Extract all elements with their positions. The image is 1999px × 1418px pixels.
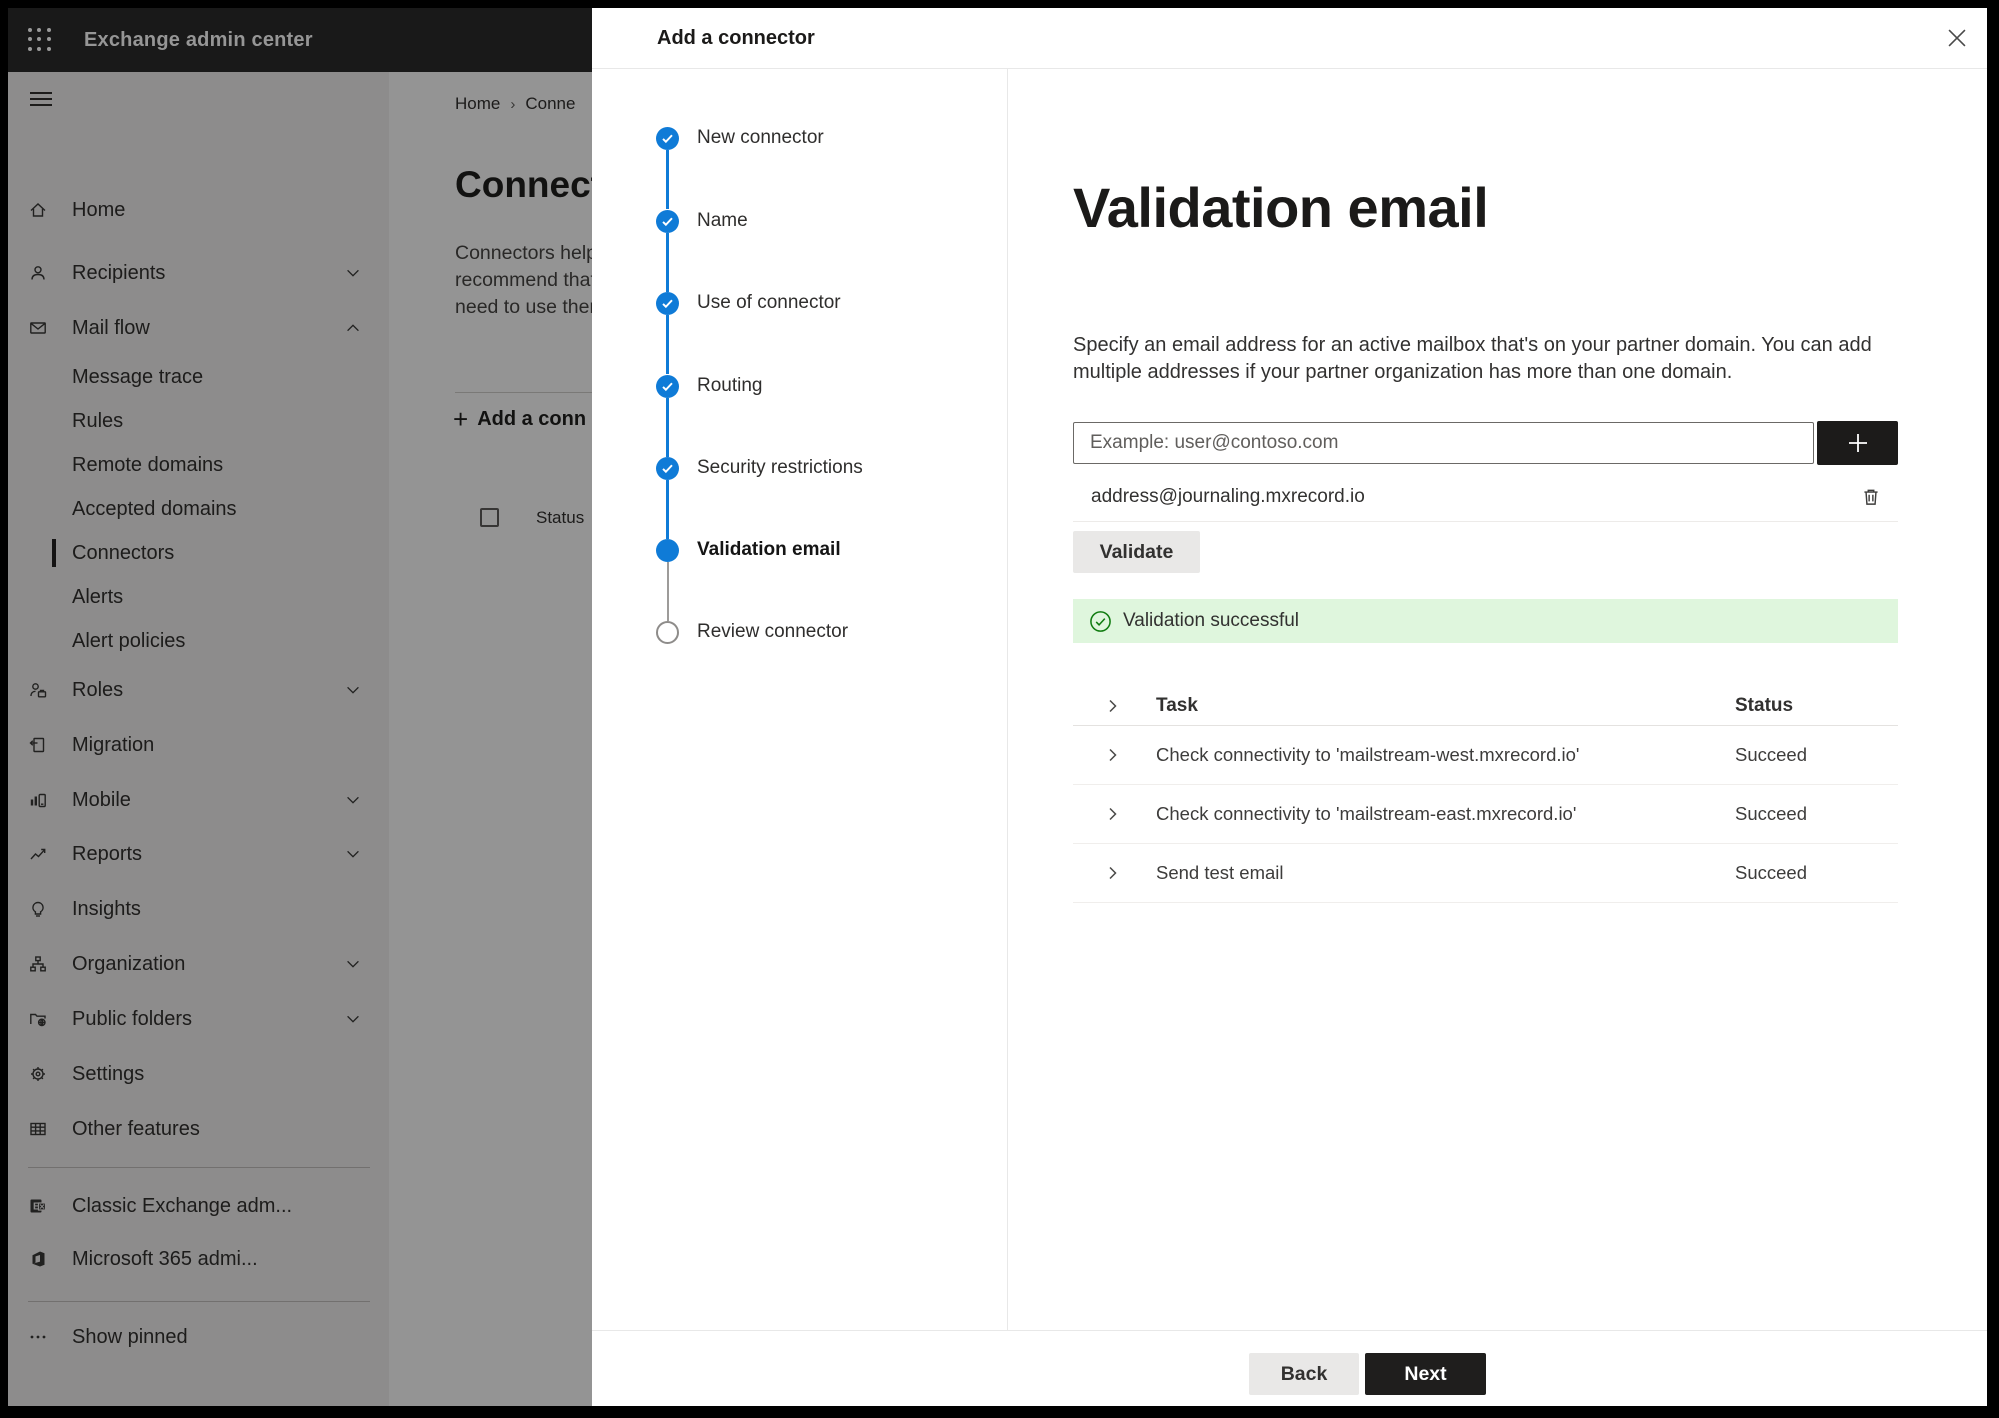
step-pending-icon <box>656 620 679 644</box>
wizard-step-new-connector[interactable]: New connector <box>656 126 824 150</box>
modal-dim-overlay <box>8 72 592 1406</box>
next-button[interactable]: Next <box>1365 1353 1486 1395</box>
panel-footer: Back Next <box>592 1330 1987 1406</box>
wizard-step-name[interactable]: Name <box>656 209 748 233</box>
task-cell: Check connectivity to 'mailstream-east.m… <box>1156 803 1577 824</box>
email-input-row <box>1073 421 1898 465</box>
step-completed-icon <box>656 126 679 150</box>
step-connector-line <box>666 150 669 209</box>
validate-button[interactable]: Validate <box>1073 531 1200 573</box>
step-label: Name <box>697 210 748 231</box>
wizard-step-use-of-connector[interactable]: Use of connector <box>656 291 841 315</box>
expand-row-chevron-icon[interactable] <box>1105 747 1121 763</box>
add-address-button[interactable] <box>1817 421 1898 465</box>
wizard-step-review-connector[interactable]: Review connector <box>656 620 848 644</box>
panel-title: Add a connector <box>657 26 815 49</box>
content-heading: Validation email <box>1073 176 1489 239</box>
app-launcher-waffle-icon[interactable] <box>28 28 52 52</box>
banner-text: Validation successful <box>1123 610 1300 631</box>
step-label: New connector <box>697 127 824 148</box>
step-completed-icon <box>656 209 679 233</box>
wizard-step-security-restrictions[interactable]: Security restrictions <box>656 456 863 480</box>
wizard-step-validation-email[interactable]: Validation email <box>656 538 841 562</box>
back-button[interactable]: Back <box>1249 1353 1359 1395</box>
expand-row-chevron-icon[interactable] <box>1105 865 1121 881</box>
status-cell: Succeed <box>1735 803 1807 824</box>
step-connector-line <box>666 233 669 292</box>
step-completed-icon <box>656 291 679 315</box>
step-label: Validation email <box>697 539 841 560</box>
email-input[interactable] <box>1073 422 1814 464</box>
expand-all-chevron-icon[interactable] <box>1105 698 1121 714</box>
task-column-header: Task <box>1156 694 1198 716</box>
add-connector-panel: Add a connector New connector Name Use o… <box>592 8 1987 1406</box>
app-title: Exchange admin center <box>84 28 313 51</box>
status-column-header: Status <box>1735 694 1794 716</box>
success-check-icon <box>1089 610 1112 633</box>
table-row[interactable]: Send test email Succeed <box>1073 844 1898 903</box>
task-cell: Send test email <box>1156 862 1284 883</box>
status-cell: Succeed <box>1735 744 1807 765</box>
step-current-icon <box>656 538 679 562</box>
table-row[interactable]: Check connectivity to 'mailstream-east.m… <box>1073 785 1898 844</box>
step-connector-line <box>666 315 669 374</box>
close-icon[interactable] <box>1943 24 1971 52</box>
validation-email-content: Validation email Specify an email addres… <box>1073 69 1898 903</box>
step-label: Routing <box>697 375 763 396</box>
content-description: Specify an email address for an active m… <box>1073 334 1872 383</box>
table-row[interactable]: Check connectivity to 'mailstream-west.m… <box>1073 726 1898 785</box>
panel-header: Add a connector <box>592 8 1987 69</box>
step-completed-icon <box>656 456 679 480</box>
expand-row-chevron-icon[interactable] <box>1105 806 1121 822</box>
added-address: address@journaling.mxrecord.io <box>1091 486 1365 507</box>
added-address-row: address@journaling.mxrecord.io <box>1073 479 1898 515</box>
step-label: Use of connector <box>697 292 841 313</box>
step-completed-icon <box>656 374 679 398</box>
step-connector-line <box>666 398 669 457</box>
wizard-step-routing[interactable]: Routing <box>656 374 763 398</box>
results-table-header: Task Status <box>1073 686 1898 726</box>
step-label: Review connector <box>697 621 849 642</box>
validation-success-banner: Validation successful <box>1073 599 1898 643</box>
app-window: Exchange admin center Home Recipients Ma… <box>8 8 1987 1406</box>
step-connector-line <box>667 562 669 621</box>
task-cell: Check connectivity to 'mailstream-west.m… <box>1156 744 1580 765</box>
steps-content-divider <box>1007 69 1008 1330</box>
step-label: Security restrictions <box>697 457 863 478</box>
step-connector-line <box>666 480 669 539</box>
address-list-divider <box>1073 521 1898 522</box>
status-cell: Succeed <box>1735 862 1807 883</box>
delete-address-trash-icon[interactable] <box>1860 486 1882 508</box>
